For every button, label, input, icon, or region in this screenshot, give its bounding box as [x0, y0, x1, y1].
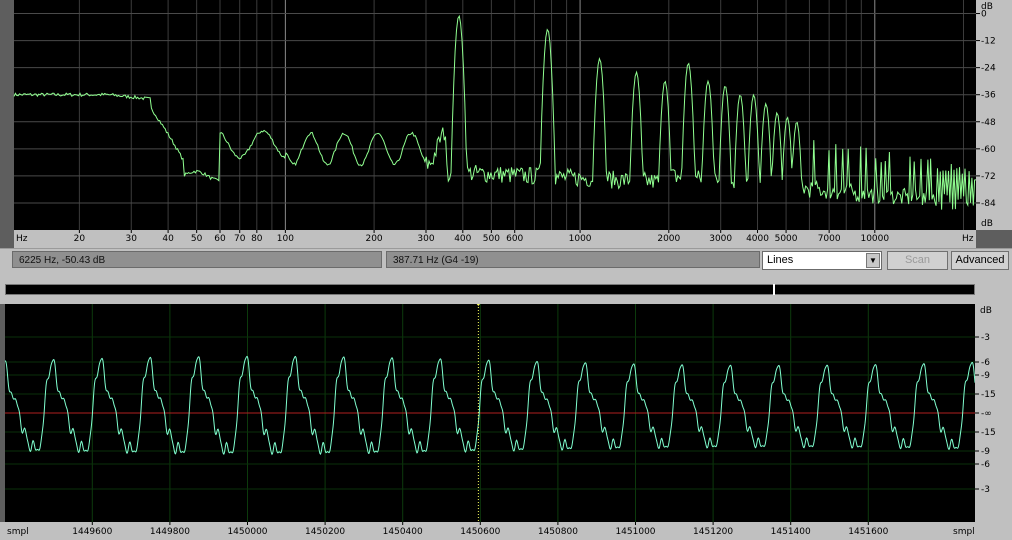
amp-tick-label: -6: [981, 460, 990, 470]
freq-tick-label: 2000: [657, 234, 680, 244]
view-mode-value: Lines: [767, 254, 794, 266]
db-unit-top: dB: [981, 2, 993, 12]
sample-tick-label: 1451400: [771, 527, 811, 537]
freq-tick-label: 5000: [775, 234, 798, 244]
freq-tick-label: 20: [74, 234, 86, 244]
advanced-button[interactable]: Advanced: [951, 251, 1009, 270]
freq-tick-label: 60: [214, 234, 226, 244]
freq-tick-label: 100: [277, 234, 294, 244]
sample-tick-label: 1449600: [72, 527, 112, 537]
overview-position-marker[interactable]: [773, 284, 775, 295]
status-bar: 6225 Hz, -50.43 dB 387.71 Hz (G4 -19) Li…: [0, 248, 1012, 273]
freq-tick-label: 70: [234, 234, 246, 244]
freq-tick-label: 4000: [746, 234, 769, 244]
freq-unit-left: Hz: [16, 234, 28, 244]
freq-unit-right: Hz: [962, 234, 974, 244]
sample-unit-right: smpl: [953, 527, 975, 537]
cursor-readout: 6225 Hz, -50.43 dB: [12, 251, 382, 268]
sample-tick-label: 1450000: [227, 527, 267, 537]
amp-tick-label: -3: [981, 333, 990, 343]
db-tick-label: -24: [981, 64, 996, 74]
spectrum-panel[interactable]: 0 -12 -24 -36 -48 -60 -72 -84 20 30 40 50 60 70 80 100…: [0, 0, 1012, 248]
amplitude-unit: dB: [980, 306, 992, 316]
freq-tick-label: 7000: [818, 234, 841, 244]
sample-tick-label: 1451000: [615, 527, 655, 537]
scan-button[interactable]: Scan: [887, 251, 948, 270]
freq-tick-label: 500: [483, 234, 500, 244]
sample-tick-label: 1450400: [383, 527, 423, 537]
sample-tick-label: 1450200: [305, 527, 345, 537]
db-tick-label: -72: [981, 172, 996, 182]
db-tick-label: -48: [981, 118, 996, 128]
sample-unit-left: smpl: [7, 527, 29, 537]
amp-tick-label: -∞: [981, 409, 992, 419]
amp-tick-label: -9: [981, 371, 990, 381]
sample-tick-label: 1449800: [150, 527, 190, 537]
freq-tick-label: 600: [506, 234, 523, 244]
freq-tick-label: 400: [454, 234, 471, 244]
db-unit-bottom: dB: [981, 219, 993, 229]
db-scale: [976, 0, 1012, 230]
view-mode-select[interactable]: Lines ▼: [762, 251, 882, 270]
sample-tick-label: 1451200: [693, 527, 733, 537]
db-tick-label: -36: [981, 91, 996, 101]
db-tick-label: -84: [981, 199, 996, 209]
sample-tick-label: 1451600: [848, 527, 888, 537]
freq-tick-label: 40: [162, 234, 174, 244]
freq-tick-label: 10000: [860, 234, 889, 244]
sample-tick-label: 1450600: [460, 527, 500, 537]
amp-tick-label: -9: [981, 447, 990, 457]
freq-tick-label: 300: [417, 234, 434, 244]
freq-tick-label: 50: [191, 234, 203, 244]
spectrum-graph[interactable]: 0-12-24-36-48-60-72-84 20 30 40 50 60 70 80 100…: [0, 0, 1012, 248]
amp-tick-label: -3: [981, 485, 990, 495]
freq-tick-label: 80: [251, 234, 263, 244]
freq-tick-label: 30: [126, 234, 138, 244]
amp-tick-label: -6: [981, 358, 990, 368]
overview-track[interactable]: [5, 284, 975, 295]
amp-tick-label: -15: [981, 390, 996, 400]
freq-tick-label: 1000: [569, 234, 592, 244]
freq-tick-label: 3000: [709, 234, 732, 244]
waveform-graph[interactable]: -3 -6 -9 -15 -∞ -15 -9 -6 -3 1449600 1449800 14500…: [0, 304, 1012, 540]
amp-tick-label: -15: [981, 428, 996, 438]
peak-readout: 387.71 Hz (G4 -19): [386, 251, 760, 268]
sample-tick-label: 1450800: [538, 527, 578, 537]
waveform-panel[interactable]: -3 -6 -9 -15 -∞ -15 -9 -6 -3 1449600 1449800 14500…: [0, 304, 1012, 540]
freq-tick-label: 200: [365, 234, 382, 244]
chevron-down-icon[interactable]: ▼: [866, 253, 880, 268]
overview-panel: [0, 272, 1012, 304]
db-tick-label: -12: [981, 37, 996, 47]
db-tick-label: -60: [981, 145, 996, 155]
